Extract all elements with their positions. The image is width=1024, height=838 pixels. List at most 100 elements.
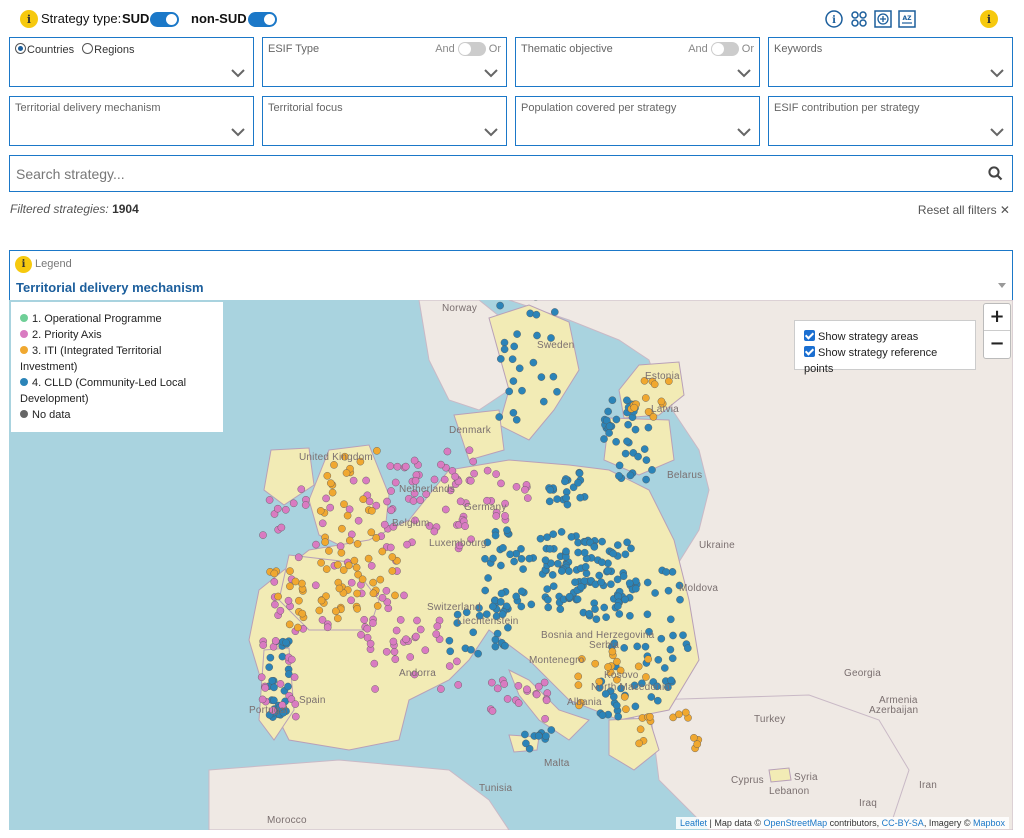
show-areas-checkbox[interactable]: Show strategy areas — [804, 329, 966, 345]
strategy-point[interactable] — [630, 403, 639, 412]
strategy-point[interactable] — [512, 416, 521, 424]
strategy-point[interactable] — [259, 641, 267, 649]
chevron-down-icon[interactable] — [231, 127, 245, 137]
strategy-point[interactable] — [602, 613, 610, 622]
strategy-point[interactable] — [547, 726, 556, 734]
strategy-point[interactable] — [544, 603, 553, 612]
strategy-point[interactable] — [563, 500, 572, 509]
strategy-point[interactable] — [413, 616, 421, 625]
strategy-point[interactable] — [339, 566, 348, 574]
strategy-point[interactable] — [623, 437, 631, 446]
strategy-point[interactable] — [321, 538, 329, 546]
strategy-point[interactable] — [546, 486, 555, 494]
strategy-point[interactable] — [537, 373, 546, 381]
strategy-point[interactable] — [496, 355, 505, 363]
strategy-point[interactable] — [591, 605, 599, 613]
strategy-point[interactable] — [646, 712, 654, 721]
strategy-point[interactable] — [612, 437, 620, 446]
strategy-point[interactable] — [615, 472, 623, 480]
strategy-point[interactable] — [553, 495, 561, 503]
strategy-point[interactable] — [647, 693, 656, 701]
strategy-point[interactable] — [556, 605, 565, 614]
strategy-point[interactable] — [574, 672, 583, 681]
strategy-point[interactable] — [291, 712, 300, 721]
strategy-point[interactable] — [612, 415, 621, 424]
strategy-point[interactable] — [368, 506, 376, 515]
strategy-point[interactable] — [497, 479, 505, 488]
strategy-point[interactable] — [541, 714, 549, 723]
strategy-point[interactable] — [343, 511, 352, 520]
strategy-point[interactable] — [360, 615, 369, 624]
strategy-point[interactable] — [372, 534, 381, 542]
strategy-point[interactable] — [492, 470, 500, 478]
strategy-point[interactable] — [654, 696, 662, 705]
strategy-point[interactable] — [454, 681, 463, 689]
strategy-point[interactable] — [620, 693, 629, 701]
strategy-point[interactable] — [492, 512, 501, 520]
strategy-point[interactable] — [373, 602, 382, 610]
strategy-point[interactable] — [466, 476, 475, 485]
strategy-point[interactable] — [592, 615, 601, 624]
strategy-point[interactable] — [391, 655, 400, 664]
strategy-map[interactable]: 1. Operational Programme 2. Priority Axi… — [9, 300, 1013, 830]
strategy-point[interactable] — [500, 345, 509, 354]
strategy-point[interactable] — [666, 645, 675, 654]
strategy-point[interactable] — [614, 541, 622, 549]
zoom-in-button[interactable]: + — [984, 304, 1010, 331]
add-icon[interactable] — [874, 10, 892, 28]
strategy-point[interactable] — [333, 560, 342, 569]
strategy-point[interactable] — [328, 488, 337, 497]
strategy-point[interactable] — [508, 355, 517, 364]
strategy-point[interactable] — [441, 505, 450, 514]
strategy-point[interactable] — [369, 619, 377, 627]
strategy-point[interactable] — [270, 578, 279, 586]
strategy-point[interactable] — [661, 664, 669, 672]
strategy-point[interactable] — [349, 476, 358, 485]
strategy-point[interactable] — [323, 623, 332, 632]
strategy-point[interactable] — [554, 559, 562, 568]
strategy-point[interactable] — [365, 497, 374, 506]
strategy-point[interactable] — [525, 554, 534, 563]
strategy-point[interactable] — [496, 598, 505, 606]
legend-info-icon[interactable]: i — [15, 256, 32, 273]
strategy-point[interactable] — [515, 364, 524, 373]
strategy-point[interactable] — [259, 531, 267, 539]
strategy-point[interactable] — [675, 710, 683, 719]
strategy-point[interactable] — [651, 589, 659, 597]
population-filter[interactable]: Population covered per strategy — [515, 96, 760, 146]
strategy-point[interactable] — [533, 331, 541, 340]
strategy-point[interactable] — [518, 386, 526, 395]
search-input[interactable]: Search strategy... — [16, 166, 125, 182]
chevron-down-icon[interactable] — [990, 127, 1004, 137]
strategy-point[interactable] — [545, 497, 554, 506]
mapbox-link[interactable]: Mapbox — [973, 818, 1005, 828]
network-icon[interactable] — [850, 10, 868, 28]
strategy-point[interactable] — [642, 673, 650, 681]
strategy-point[interactable] — [285, 620, 294, 629]
strategy-point[interactable] — [633, 642, 642, 651]
esif-contribution-filter[interactable]: ESIF contribution per strategy — [768, 96, 1013, 146]
strategy-point[interactable] — [409, 497, 418, 505]
strategy-point[interactable] — [514, 699, 523, 707]
strategy-point[interactable] — [469, 628, 478, 637]
strategy-point[interactable] — [323, 471, 332, 480]
strategy-point[interactable] — [274, 592, 282, 601]
strategy-point[interactable] — [358, 575, 367, 584]
strategy-point[interactable] — [621, 595, 629, 604]
strategy-point[interactable] — [333, 614, 342, 623]
strategy-point[interactable] — [382, 586, 391, 595]
strategy-point[interactable] — [605, 429, 613, 437]
strategy-point[interactable] — [669, 631, 677, 640]
strategy-point[interactable] — [620, 644, 629, 652]
strategy-point[interactable] — [565, 592, 574, 601]
strategy-point[interactable] — [505, 387, 514, 396]
strategy-point[interactable] — [517, 602, 526, 611]
strategy-point[interactable] — [624, 420, 632, 429]
strategy-point[interactable] — [664, 586, 673, 595]
strategy-point[interactable] — [582, 569, 591, 578]
esif-type-filter[interactable]: ESIF Type And Or — [262, 37, 507, 87]
strategy-point[interactable] — [383, 497, 391, 506]
strategy-point[interactable] — [613, 657, 621, 666]
strategy-point[interactable] — [522, 739, 530, 748]
strategy-point[interactable] — [311, 581, 320, 590]
